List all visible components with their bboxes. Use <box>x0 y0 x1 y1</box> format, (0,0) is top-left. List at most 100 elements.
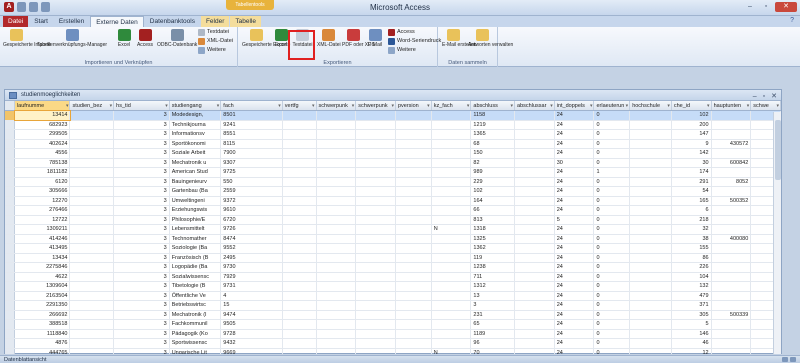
table-cell[interactable]: 3 <box>114 111 170 120</box>
table-cell[interactable]: 0 <box>594 149 631 158</box>
table-cell[interactable] <box>515 348 555 354</box>
table-cell[interactable] <box>396 187 432 196</box>
table-cell[interactable]: 4556 <box>15 149 71 158</box>
table-cell[interactable]: Ungarische Lit <box>170 348 222 354</box>
table-cell[interactable]: 46 <box>672 339 712 348</box>
table-cell[interactable] <box>317 187 357 196</box>
table-cell[interactable]: 0 <box>594 120 631 129</box>
table-cell[interactable] <box>317 149 357 158</box>
table-cell[interactable] <box>630 263 672 272</box>
table-cell[interactable]: 86 <box>672 253 712 262</box>
table-cell[interactable] <box>356 301 396 310</box>
table-cell[interactable]: 3 <box>114 177 170 186</box>
table-cell[interactable] <box>432 149 472 158</box>
export-pdf-button[interactable]: PDF oder XPS <box>342 29 375 48</box>
column-header[interactable]: studien_bez <box>70 101 115 110</box>
table-cell[interactable]: Pädagogik (Ko <box>170 329 222 338</box>
column-header[interactable]: abschluss <box>471 101 516 110</box>
table-cell[interactable]: 3 <box>114 168 170 177</box>
table-cell[interactable] <box>712 348 752 354</box>
table-cell[interactable]: N <box>432 348 472 354</box>
table-cell[interactable]: 9 <box>672 139 712 148</box>
table-cell[interactable] <box>356 282 396 291</box>
table-cell[interactable] <box>317 111 357 120</box>
table-cell[interactable]: 430572 <box>712 139 752 148</box>
table-cell[interactable] <box>317 225 357 234</box>
export-more-button[interactable]: Weitere <box>388 46 416 54</box>
table-cell[interactable]: 3 <box>114 301 170 310</box>
table-cell[interactable]: 3 <box>114 291 170 300</box>
import-more-button[interactable]: Weitere <box>198 46 226 54</box>
table-cell[interactable] <box>356 215 396 224</box>
table-cell[interactable] <box>712 263 752 272</box>
table-cell[interactable]: Französisch (B <box>170 253 222 262</box>
table-cell[interactable] <box>630 187 672 196</box>
table-cell[interactable] <box>630 291 672 300</box>
table-cell[interactable] <box>432 120 472 129</box>
table-cell[interactable] <box>432 130 472 139</box>
table-cell[interactable]: 9669 <box>221 348 283 354</box>
table-cell[interactable] <box>283 291 317 300</box>
table-cell[interactable]: 24 <box>555 139 595 148</box>
table-cell[interactable] <box>356 253 396 262</box>
table-cell[interactable]: Sozialwissensc <box>170 272 222 281</box>
table-cell[interactable] <box>283 263 317 272</box>
table-row[interactable]: 4134953Soziologie (Ba955213622401551 <box>5 244 781 254</box>
table-cell[interactable]: 24 <box>555 177 595 186</box>
table-cell[interactable] <box>396 225 432 234</box>
table-cell[interactable] <box>432 177 472 186</box>
table-cell[interactable] <box>630 158 672 167</box>
table-cell[interactable]: 9241 <box>221 120 283 129</box>
row-selector[interactable] <box>5 263 15 272</box>
table-cell[interactable]: 413495 <box>15 244 71 253</box>
table-cell[interactable] <box>396 158 432 167</box>
table-cell[interactable] <box>283 301 317 310</box>
table-cell[interactable]: 1365 <box>471 130 516 139</box>
odbc-button[interactable]: ODBC-Datenbank <box>157 29 197 48</box>
table-cell[interactable] <box>630 244 672 253</box>
row-selector[interactable] <box>5 130 15 139</box>
table-cell[interactable]: 400080 <box>712 234 752 243</box>
table-cell[interactable]: 0 <box>594 158 631 167</box>
export-xml-button[interactable]: XML-Datei <box>317 29 341 48</box>
row-selector[interactable] <box>5 234 15 243</box>
table-cell[interactable]: 150 <box>471 149 516 158</box>
table-cell[interactable]: 15 <box>221 301 283 310</box>
table-cell[interactable] <box>283 339 317 348</box>
table-cell[interactable] <box>396 196 432 205</box>
table-cell[interactable] <box>356 234 396 243</box>
table-cell[interactable]: Erziehungswis <box>170 206 222 215</box>
column-header[interactable]: abschlussar <box>515 101 555 110</box>
table-cell[interactable]: 12722 <box>15 215 71 224</box>
table-cell[interactable] <box>712 291 752 300</box>
table-cell[interactable] <box>515 149 555 158</box>
tab-erstellen[interactable]: Erstellen <box>54 16 89 27</box>
table-cell[interactable] <box>317 168 357 177</box>
minimize-icon[interactable]: – <box>743 2 757 12</box>
table-cell[interactable] <box>317 120 357 129</box>
table-cell[interactable]: 38 <box>672 234 712 243</box>
table-cell[interactable] <box>396 310 432 319</box>
table-cell[interactable] <box>515 244 555 253</box>
table-cell[interactable]: N <box>432 225 472 234</box>
table-cell[interactable] <box>356 120 396 129</box>
table-cell[interactable]: Mechatronik (I <box>170 310 222 319</box>
table-cell[interactable]: 24 <box>555 120 595 129</box>
table-cell[interactable] <box>317 291 357 300</box>
table-cell[interactable]: 7900 <box>221 149 283 158</box>
table-row[interactable]: 13092113Lebensmittelt9726N1318240321 <box>5 225 781 235</box>
table-cell[interactable] <box>515 130 555 139</box>
table-cell[interactable]: 0 <box>594 282 631 291</box>
row-selector[interactable] <box>5 282 15 291</box>
table-row[interactable]: 18111823American Stud97259892411742 <box>5 168 781 178</box>
tab-tabelle[interactable]: Tabelle <box>230 16 261 27</box>
table-cell[interactable] <box>432 158 472 167</box>
export-excel-button[interactable]: Excel <box>274 29 288 48</box>
table-cell[interactable] <box>396 149 432 158</box>
table-cell[interactable] <box>283 320 317 329</box>
table-cell[interactable]: 682923 <box>15 120 71 129</box>
table-cell[interactable] <box>70 149 115 158</box>
table-cell[interactable]: 785138 <box>15 158 71 167</box>
table-cell[interactable]: 24 <box>555 291 595 300</box>
select-all-corner[interactable] <box>5 101 15 110</box>
